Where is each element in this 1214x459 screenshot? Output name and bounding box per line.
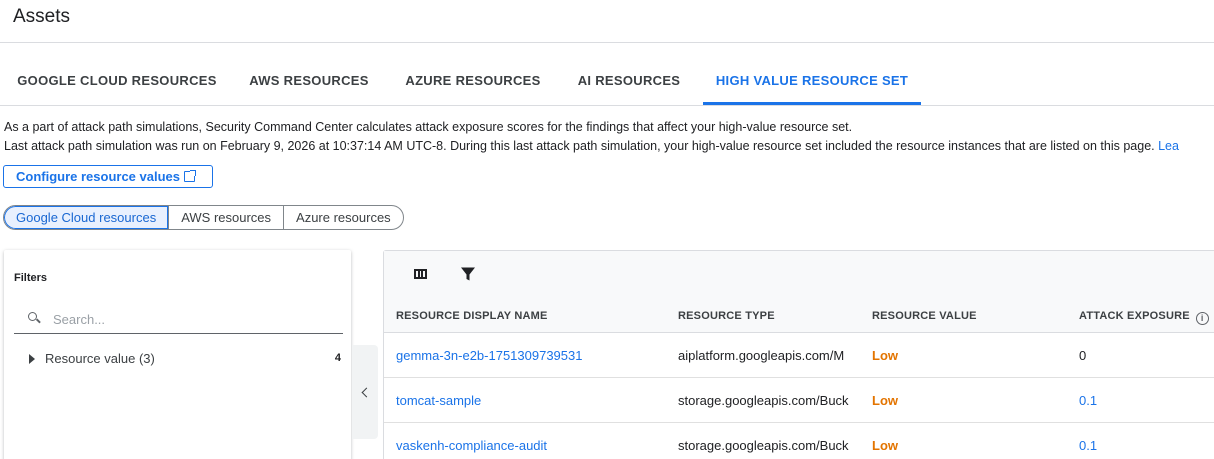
resource-value-cell: Low — [872, 393, 898, 408]
filters-panel: Filters Resource value (3) 4 — [4, 250, 351, 459]
configure-resource-values-button[interactable]: Configure resource values — [3, 165, 213, 188]
tab-aws-resources[interactable]: AWS RESOURCES — [238, 60, 380, 105]
info-icon[interactable]: i — [1195, 312, 1209, 325]
resource-tabs: GOOGLE CLOUD RESOURCES AWS RESOURCES AZU… — [0, 60, 1214, 106]
tab-ai-resources[interactable]: AI RESOURCES — [566, 60, 692, 105]
filter-item-count: 4 — [334, 352, 341, 364]
segment-azure-resources[interactable]: Azure resources — [283, 206, 403, 229]
resources-table-panel: RESOURCE DISPLAY NAME RESOURCE TYPE RESO… — [383, 250, 1214, 459]
segment-google-cloud-resources[interactable]: Google Cloud resources — [4, 206, 169, 229]
table-header: RESOURCE DISPLAY NAME RESOURCE TYPE RESO… — [384, 299, 1214, 333]
resource-name-link[interactable]: tomcat-sample — [396, 393, 666, 408]
table-row: gemma-3n-e2b-1751309739531 aiplatform.go… — [384, 333, 1214, 378]
filter-item-label: Resource value (3) — [45, 351, 155, 366]
resource-type-cell: storage.googleapis.com/Buck — [678, 438, 849, 453]
filter-item-resource-value[interactable]: Resource value (3) 4 — [29, 350, 341, 370]
resource-value-cell: Low — [872, 438, 898, 453]
configure-button-label: Configure resource values — [16, 169, 180, 184]
resource-name-link[interactable]: vaskenh-compliance-audit — [396, 438, 666, 453]
tab-google-cloud-resources[interactable]: GOOGLE CLOUD RESOURCES — [12, 60, 222, 105]
table-toolbar — [384, 251, 1214, 299]
title-divider — [0, 42, 1214, 43]
segment-aws-resources[interactable]: AWS resources — [168, 206, 283, 229]
column-display-icon[interactable] — [414, 269, 427, 279]
filter-search-field — [14, 305, 343, 334]
resource-type-cell: storage.googleapis.com/Buck — [678, 393, 849, 408]
attack-exposure-link[interactable]: 0.1 — [1079, 438, 1097, 453]
column-header-attack-exposure-label: ATTACK EXPOSURE — [1079, 310, 1190, 322]
learn-more-link[interactable]: Lea — [1158, 139, 1179, 153]
filter-search-input[interactable] — [53, 309, 333, 329]
filter-icon[interactable] — [460, 266, 476, 282]
tab-high-value-resource-set[interactable]: HIGH VALUE RESOURCE SET — [703, 60, 921, 105]
table-row: vaskenh-compliance-audit storage.googlea… — [384, 423, 1214, 459]
resource-type-cell: aiplatform.googleapis.com/M — [678, 348, 845, 363]
column-header-attack-exposure[interactable]: ATTACK EXPOSURE i — [1079, 310, 1209, 325]
chevron-left-icon — [361, 387, 372, 397]
description-line-1: As a part of attack path simulations, Se… — [4, 120, 853, 134]
filters-title: Filters — [14, 272, 48, 284]
collapse-filters-button[interactable] — [352, 345, 378, 439]
expand-caret-icon[interactable] — [29, 354, 35, 364]
table-row: tomcat-sample storage.googleapis.com/Buc… — [384, 378, 1214, 423]
resource-name-link[interactable]: gemma-3n-e2b-1751309739531 — [396, 348, 666, 363]
page-title: Assets — [13, 6, 71, 27]
search-icon — [28, 312, 37, 321]
tab-azure-resources[interactable]: AZURE RESOURCES — [396, 60, 550, 105]
description-line-2-text: Last attack path simulation was run on F… — [4, 139, 1155, 153]
column-header-resource-type[interactable]: RESOURCE TYPE — [678, 310, 775, 322]
cloud-provider-segmented-control: Google Cloud resources AWS resources Azu… — [3, 205, 404, 230]
resource-value-cell: Low — [872, 348, 898, 363]
column-header-resource-value[interactable]: RESOURCE VALUE — [872, 310, 977, 322]
open-in-new-icon — [184, 170, 196, 182]
description-line-2: Last attack path simulation was run on F… — [4, 139, 1179, 153]
attack-exposure-link[interactable]: 0.1 — [1079, 393, 1097, 408]
attack-exposure-cell: 0 — [1079, 348, 1087, 363]
column-header-resource-display-name[interactable]: RESOURCE DISPLAY NAME — [396, 310, 548, 322]
